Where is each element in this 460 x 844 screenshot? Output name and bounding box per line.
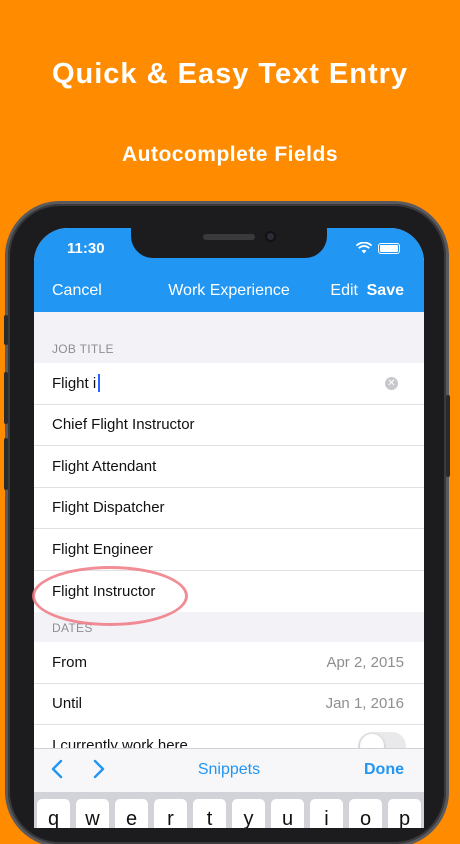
battery-icon xyxy=(378,242,400,254)
edit-button[interactable]: Edit xyxy=(330,282,358,300)
save-button[interactable]: Save xyxy=(367,282,404,300)
promo-headline: Quick & Easy Text Entry xyxy=(51,58,409,90)
from-date-row[interactable]: From Apr 2, 2015 xyxy=(34,642,424,684)
section-header-dates: DATES xyxy=(52,621,93,635)
until-value: Jan 1, 2016 xyxy=(325,695,404,713)
key-t[interactable]: t xyxy=(193,799,226,828)
keyboard-toolbar: Snippets Done xyxy=(34,748,424,792)
phone-notch xyxy=(131,228,327,258)
until-label: Until xyxy=(52,695,83,713)
from-value: Apr 2, 2015 xyxy=(326,653,404,671)
suggestion-item[interactable]: Flight Attendant xyxy=(34,446,424,488)
text-cursor xyxy=(98,374,101,393)
phone-power-button xyxy=(446,395,450,477)
clear-icon[interactable]: ✕ xyxy=(385,377,398,390)
phone-volume-down-button xyxy=(4,438,8,490)
promo-subhead: Autocomplete Fields xyxy=(121,143,339,166)
job-title-input[interactable]: Flight i ✕ xyxy=(34,363,424,405)
suggestion-item[interactable]: Chief Flight Instructor xyxy=(34,405,424,446)
key-q[interactable]: q xyxy=(37,799,70,828)
suggestion-item[interactable]: Flight Engineer xyxy=(34,529,424,571)
until-date-row[interactable]: Until Jan 1, 2016 xyxy=(34,684,424,725)
speaker-grille xyxy=(203,234,255,240)
suggestion-item[interactable]: Flight Dispatcher xyxy=(34,488,424,529)
keyboard-row-top: q w e r t y u i o p xyxy=(37,799,421,828)
phone-screen: 11:30 Cancel Work Experience Edit Save J… xyxy=(34,228,424,828)
section-header-job-title: JOB TITLE xyxy=(52,342,114,356)
phone-volume-up-button xyxy=(4,372,8,424)
job-title-input-value: Flight i xyxy=(52,374,97,392)
suggestion-item-highlighted[interactable]: Flight Instructor xyxy=(34,571,424,613)
page-title: Work Experience xyxy=(168,282,290,299)
phone-side-button xyxy=(4,315,8,345)
done-button[interactable]: Done xyxy=(364,761,404,779)
job-title-list: Flight i ✕ Chief Flight Instructor Fligh… xyxy=(34,363,424,612)
from-label: From xyxy=(52,653,87,671)
key-o[interactable]: o xyxy=(349,799,382,828)
key-e[interactable]: e xyxy=(115,799,148,828)
keyboard: q w e r t y u i o p xyxy=(34,792,424,828)
front-camera xyxy=(265,231,276,242)
status-time: 11:30 xyxy=(67,240,105,257)
key-y[interactable]: y xyxy=(232,799,265,828)
key-i[interactable]: i xyxy=(310,799,343,828)
key-r[interactable]: r xyxy=(154,799,187,828)
key-u[interactable]: u xyxy=(271,799,304,828)
wifi-icon xyxy=(356,242,372,254)
key-w[interactable]: w xyxy=(76,799,109,828)
status-icons xyxy=(356,242,400,254)
key-p[interactable]: p xyxy=(388,799,421,828)
